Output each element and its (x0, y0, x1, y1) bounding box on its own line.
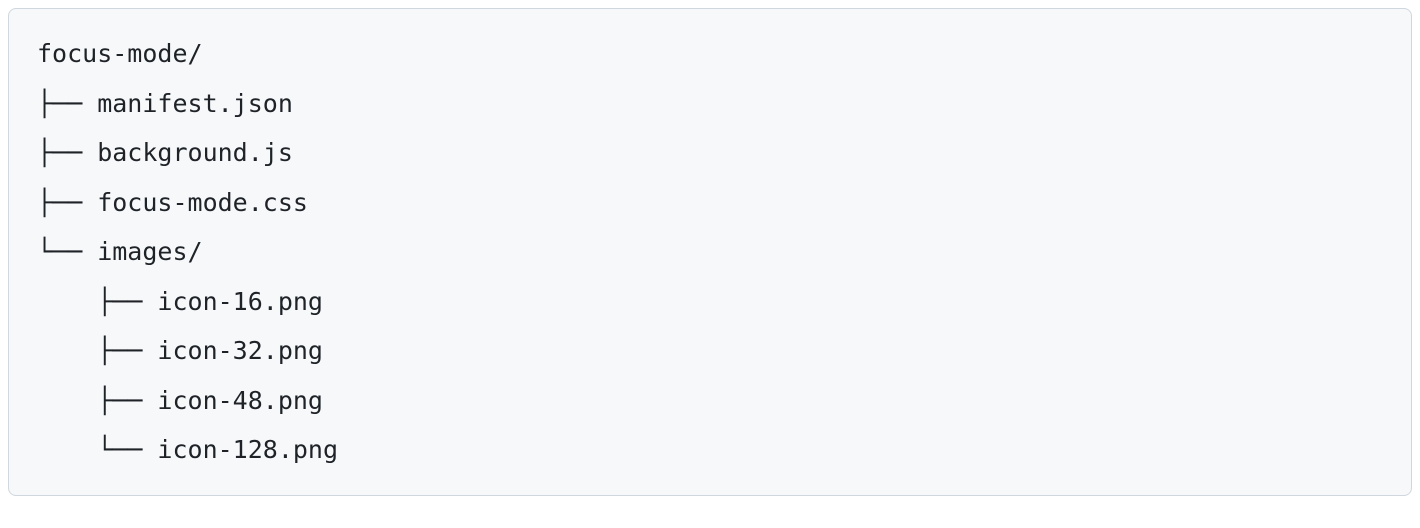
file-tree-block: focus-mode/ ├── manifest.json ├── backgr… (8, 8, 1412, 496)
tree-line: ├── manifest.json (37, 89, 293, 118)
tree-line: ├── background.js (37, 138, 293, 167)
tree-line: ├── icon-32.png (37, 336, 323, 365)
tree-line: focus-mode/ (37, 39, 203, 68)
tree-line: ├── icon-16.png (37, 287, 323, 316)
tree-line: └── images/ (37, 237, 203, 266)
tree-line: ├── icon-48.png (37, 386, 323, 415)
tree-line: └── icon-128.png (37, 435, 338, 464)
tree-line: ├── focus-mode.css (37, 188, 308, 217)
